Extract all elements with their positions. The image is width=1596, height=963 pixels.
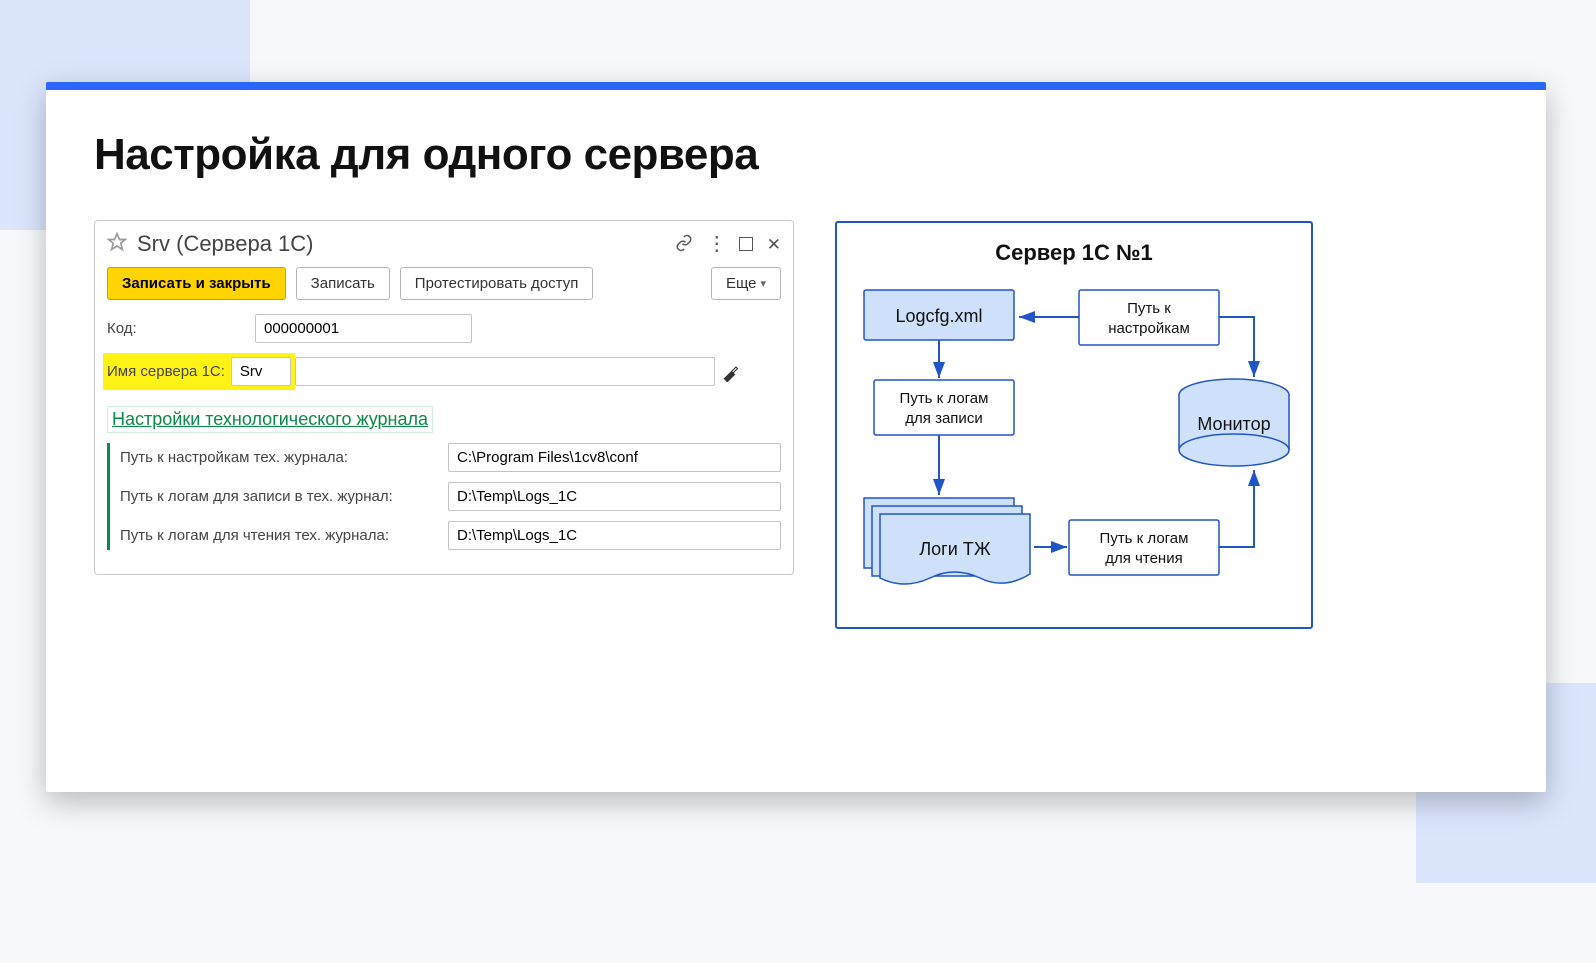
app-window: Srv (Сервера 1С) ⋮ Записать и закрыть [94, 220, 794, 575]
svg-text:для записи: для записи [905, 410, 982, 427]
save-close-button[interactable]: Записать и закрыть [107, 267, 286, 300]
cursor-icon [721, 364, 739, 382]
diagram-title: Сервер 1С №1 [995, 240, 1153, 265]
tj-section-title: Настройки технологического журнала [107, 406, 433, 433]
tj-settings-path-label: Путь к настройкам тех. журнала: [120, 449, 440, 466]
server-name-input-ext[interactable] [295, 357, 715, 386]
close-icon[interactable] [767, 235, 781, 253]
svg-text:Путь к логам: Путь к логам [1100, 530, 1189, 547]
tj-read-path-label: Путь к логам для чтения тех. журнала: [120, 527, 440, 544]
diagram-monitor: Монитор [1179, 379, 1289, 466]
star-icon[interactable] [107, 232, 127, 256]
link-icon[interactable] [675, 234, 693, 255]
test-access-button[interactable]: Протестировать доступ [400, 267, 594, 300]
toolbar: Записать и закрыть Записать Протестирова… [107, 267, 781, 300]
more-button[interactable]: Еще [711, 267, 781, 300]
tj-write-path-input[interactable] [448, 482, 781, 511]
slide: Настройка для одного сервера Srv (Сервер… [46, 82, 1546, 792]
svg-text:Монитор: Монитор [1197, 414, 1270, 434]
code-input[interactable] [255, 314, 472, 343]
maximize-icon[interactable] [739, 237, 753, 251]
tj-read-path-input[interactable] [448, 521, 781, 550]
window-title: Srv (Сервера 1С) [137, 231, 665, 257]
svg-text:Логи ТЖ: Логи ТЖ [919, 539, 991, 559]
more-icon[interactable]: ⋮ [707, 234, 725, 254]
code-label: Код: [107, 320, 247, 337]
tj-settings-path-input[interactable] [448, 443, 781, 472]
slide-title: Настройка для одного сервера [94, 130, 1498, 180]
tj-write-path-label: Путь к логам для записи в тех. журнал: [120, 488, 440, 505]
diagram: Сервер 1С №1 Logcfg.xml Путь к настройка… [834, 220, 1314, 630]
svg-text:Путь к логам: Путь к логам [900, 390, 989, 407]
svg-text:для чтения: для чтения [1105, 550, 1182, 567]
diagram-logcfg-label: Logcfg.xml [895, 306, 982, 326]
server-name-input[interactable] [231, 357, 291, 386]
svg-text:Путь к: Путь к [1127, 300, 1171, 317]
diagram-logs: Логи ТЖ [864, 498, 1030, 584]
svg-text:настройкам: настройкам [1108, 320, 1190, 337]
save-button[interactable]: Записать [296, 267, 390, 300]
server-name-label: Имя сервера 1С: [107, 363, 225, 380]
